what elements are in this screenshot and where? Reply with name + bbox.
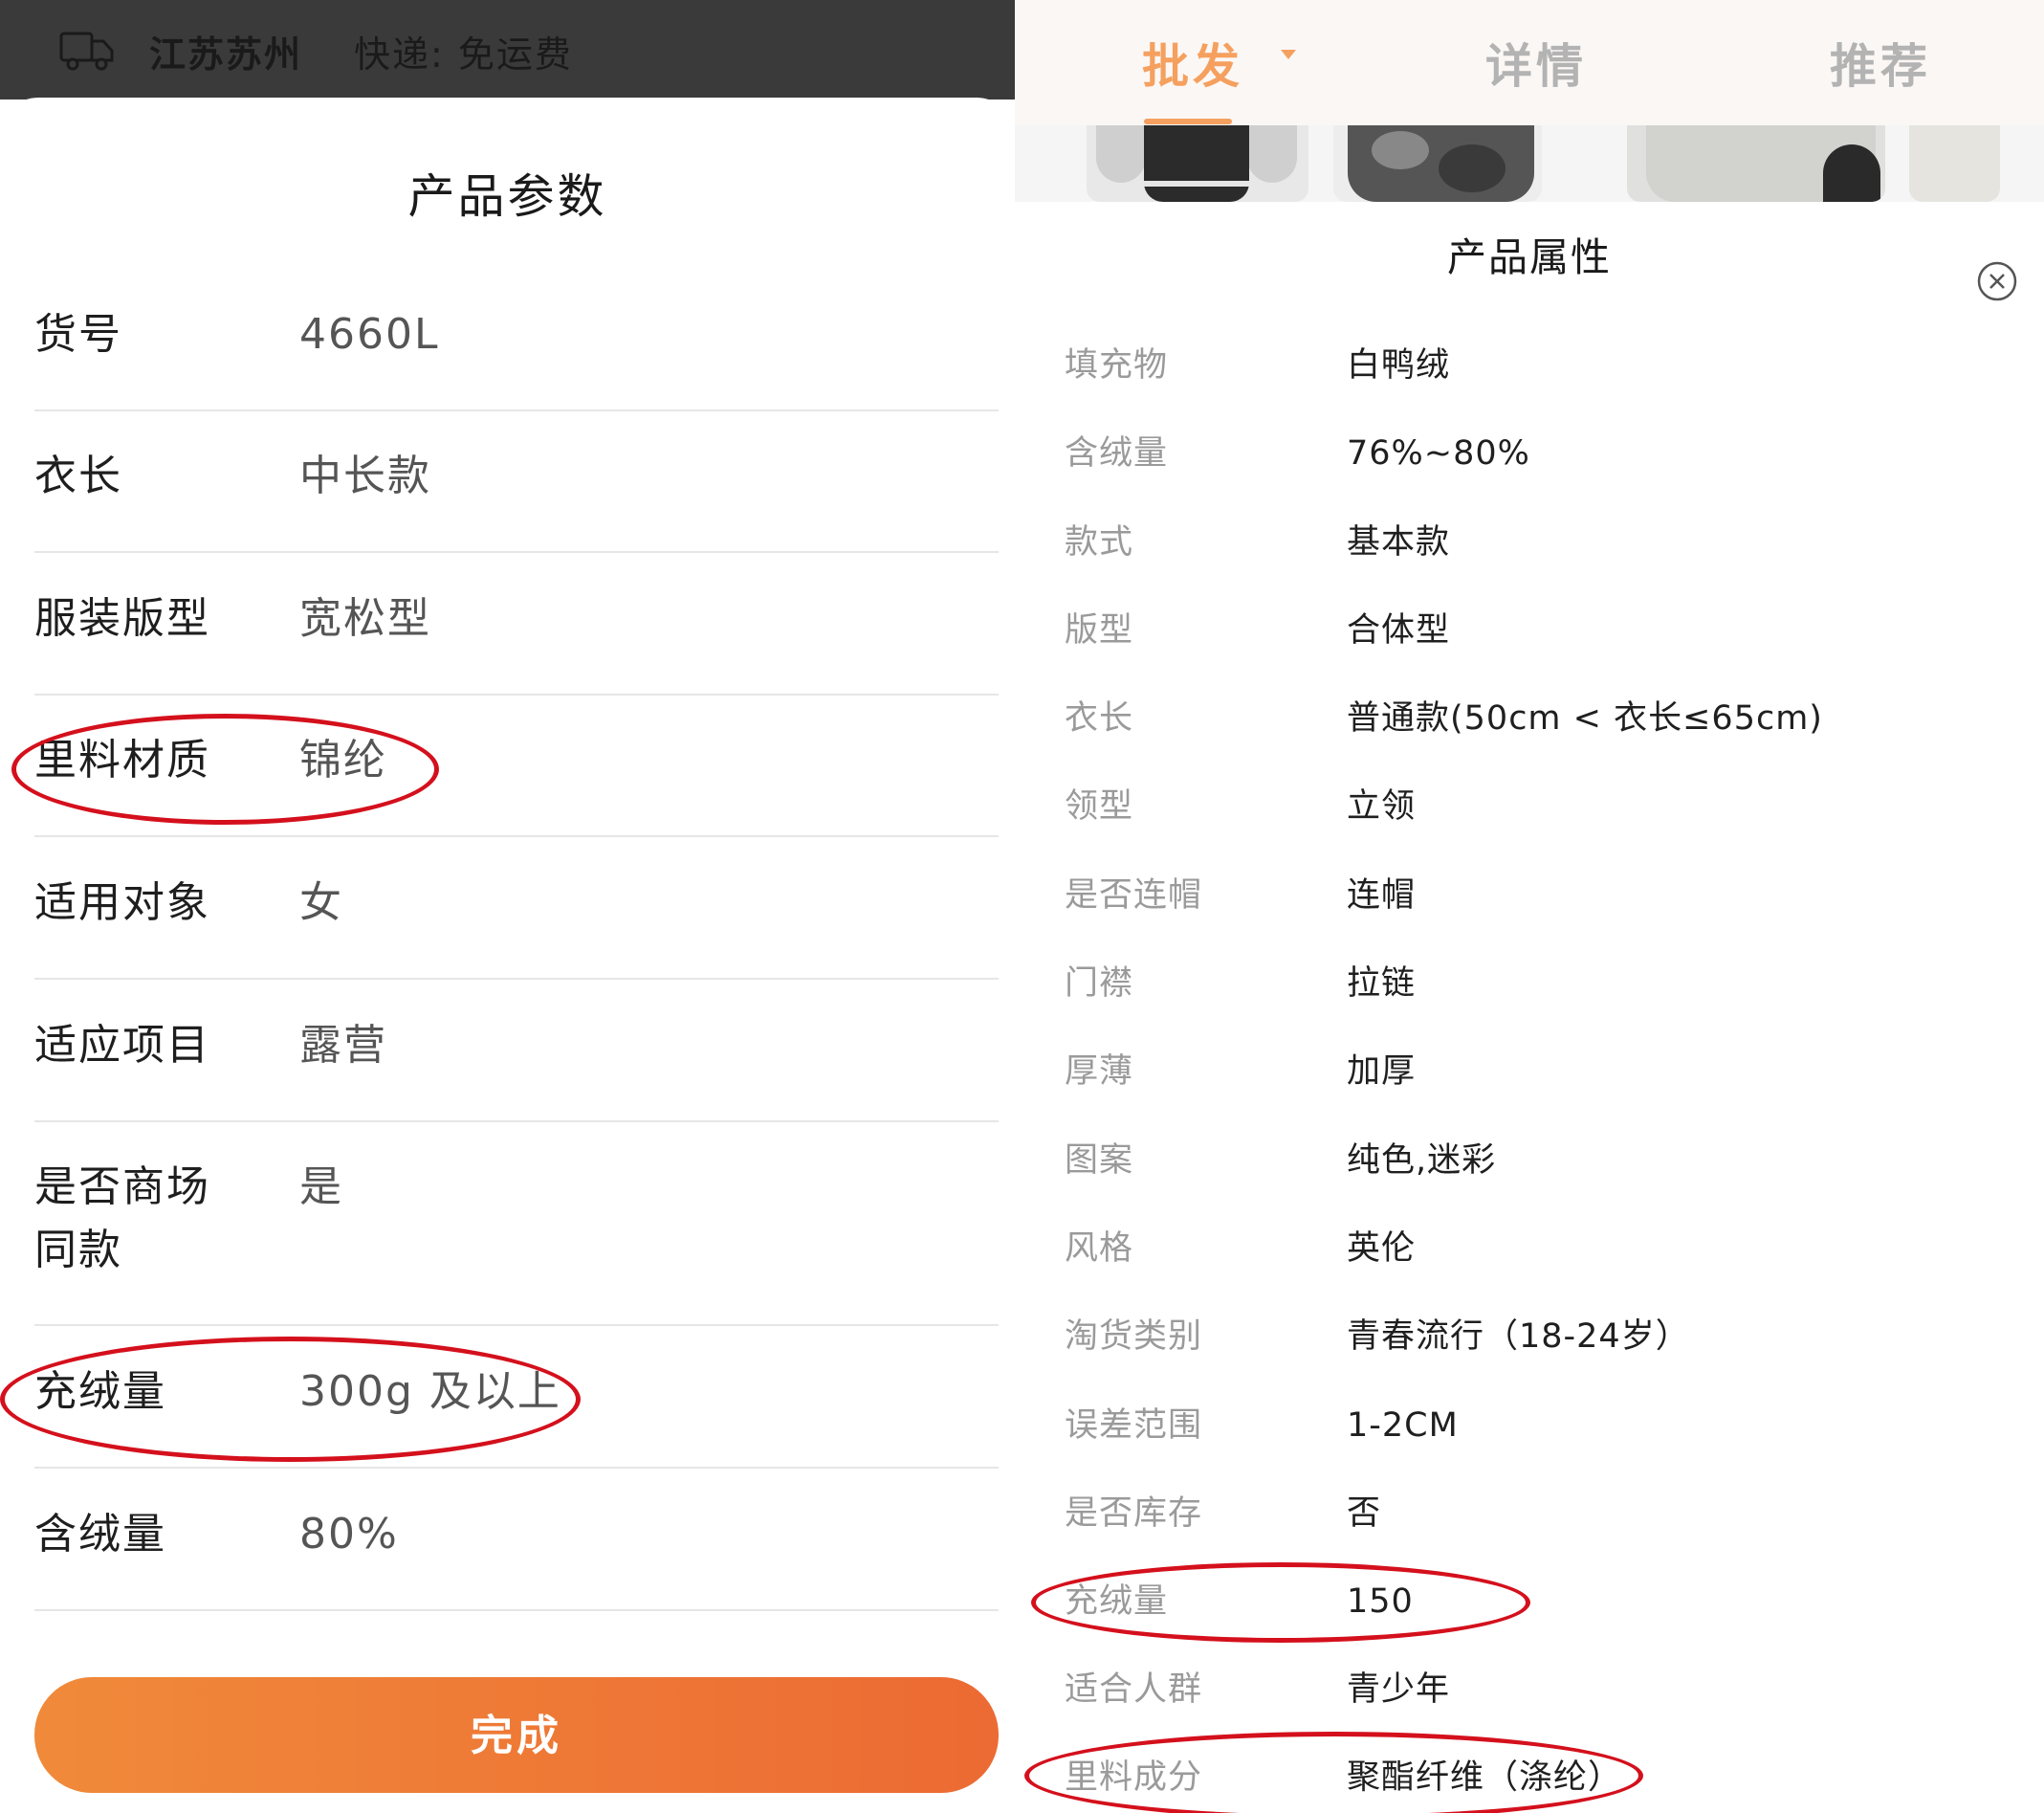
attribute-row: 填充物 白鸭绒 [1065,337,1983,394]
param-key: 服装版型 [34,594,210,643]
attributes-title: 产品属性 [1447,234,1612,280]
attribute-value: 拉链 [1347,964,1417,1003]
param-row: 衣长 中长款 [34,445,999,553]
param-value: 女 [299,878,343,927]
attribute-value: 76%~80% [1347,434,1530,473]
param-key: 含绒量 [34,1510,166,1559]
attribute-value: 英伦 [1347,1229,1417,1268]
param-key: 是否商场同款 [34,1162,210,1274]
attribute-key: 误差范围 [1065,1406,1203,1445]
close-icon[interactable] [1976,260,2018,302]
attribute-key: 适合人群 [1065,1670,1203,1709]
product-params-sheet: 产品参数 货号 4660L 衣长 中长款 服装版型 宽松型 里料材质 锦纶 适用… [0,98,1015,1813]
attribute-value: 合体型 [1347,611,1451,650]
param-key: 货号 [34,310,122,359]
param-key: 适用对象 [34,878,210,927]
product-thumbnail[interactable] [1333,125,1542,202]
product-thumbnail[interactable] [1909,125,2000,202]
param-value: 4660L [299,310,440,359]
param-row: 是否商场同款 是 [34,1156,999,1326]
attribute-row: 适合人群 青少年 [1065,1661,1983,1718]
attribute-row: 领型 立领 [1065,778,1983,835]
right-panel: 批发 详情 推荐 产品属性 填充物 白鸭绒 含绒量 76%~80% 款式 基本款… [1015,0,2044,1813]
attribute-row: 衣长 普通款(50cm < 衣长≤65cm) [1065,690,1983,747]
param-row: 含绒量 80% [34,1503,999,1611]
param-value: 是 [299,1162,343,1211]
active-tab-indicator [1144,119,1232,124]
attribute-key: 含绒量 [1065,434,1169,473]
annotation-ellipse [1031,1562,1530,1643]
shipping-bar: 江苏苏州 快递: 免运费 [0,0,1015,99]
attribute-value: 青春流行（18-24岁） [1347,1317,1690,1356]
attribute-value: 连帽 [1347,876,1417,915]
attribute-row: 图案 纯色,迷彩 [1065,1132,1983,1189]
param-value: 露营 [299,1021,387,1070]
annotation-ellipse [11,714,439,825]
tab-details[interactable]: 详情 [1485,29,1587,97]
attribute-key: 是否库存 [1065,1494,1203,1533]
location-text: 江苏苏州 [149,33,303,76]
truck-icon [59,32,114,71]
attribute-value: 立领 [1347,787,1417,826]
product-thumbnail[interactable] [1087,125,1308,202]
attribute-value: 青少年 [1347,1670,1451,1709]
annotation-ellipse [1024,1732,1643,1813]
attribute-value: 1-2CM [1347,1406,1459,1445]
attribute-value: 否 [1347,1494,1382,1533]
attribute-key: 厚薄 [1065,1052,1134,1091]
attribute-value: 普通款(50cm < 衣长≤65cm) [1347,699,1823,738]
attribute-key: 门襟 [1065,964,1134,1003]
attribute-row: 风格 英伦 [1065,1220,1983,1277]
product-thumbnails [1015,125,2044,202]
param-key: 适应项目 [34,1021,210,1070]
attribute-key: 风格 [1065,1229,1134,1268]
param-row: 适用对象 女 [34,872,999,980]
attribute-value: 白鸭绒 [1347,346,1451,385]
param-key: 衣长 [34,452,122,500]
attribute-value: 基本款 [1347,523,1451,562]
attribute-key: 版型 [1065,611,1134,650]
attribute-key: 填充物 [1065,346,1169,385]
annotation-ellipse [0,1337,581,1462]
dropdown-arrow-icon[interactable] [1281,50,1296,59]
attribute-key: 领型 [1065,787,1134,826]
left-panel: 江苏苏州 快递: 免运费 产品参数 货号 4660L 衣长 中长款 服装版型 宽… [0,0,1015,1813]
attribute-key: 款式 [1065,523,1134,562]
attribute-key: 是否连帽 [1065,876,1203,915]
product-thumbnail[interactable] [1627,125,1885,202]
attribute-key: 图案 [1065,1141,1134,1180]
attribute-row: 是否库存 否 [1065,1485,1983,1542]
attribute-row: 淘货类别 青春流行（18-24岁） [1065,1308,1983,1365]
attribute-key: 衣长 [1065,699,1134,738]
param-value: 中长款 [299,452,431,500]
param-row: 服装版型 宽松型 [34,587,999,696]
attribute-key: 淘货类别 [1065,1317,1203,1356]
param-row: 适应项目 露营 [34,1014,999,1122]
attribute-row: 门襟 拉链 [1065,955,1983,1012]
param-row: 货号 4660L [34,303,999,411]
attribute-row: 版型 合体型 [1065,602,1983,659]
attribute-value: 加厚 [1347,1052,1417,1091]
attribute-row: 厚薄 加厚 [1065,1043,1983,1100]
tab-recommend[interactable]: 推荐 [1830,29,1931,97]
param-value: 80% [299,1510,399,1559]
tab-wholesale[interactable]: 批发 [1142,29,1243,97]
attribute-row: 误差范围 1-2CM [1065,1397,1983,1454]
shipping-text: 快递: 免运费 [354,33,573,76]
attribute-value: 纯色,迷彩 [1347,1141,1497,1180]
attribute-row: 款式 基本款 [1065,514,1983,571]
attribute-row: 是否连帽 连帽 [1065,867,1983,924]
tab-bar: 批发 详情 推荐 [1015,0,2044,125]
done-button[interactable]: 完成 [34,1677,999,1793]
param-value: 宽松型 [299,594,431,643]
attribute-row: 含绒量 76%~80% [1065,425,1983,482]
sheet-title: 产品参数 [407,169,607,224]
